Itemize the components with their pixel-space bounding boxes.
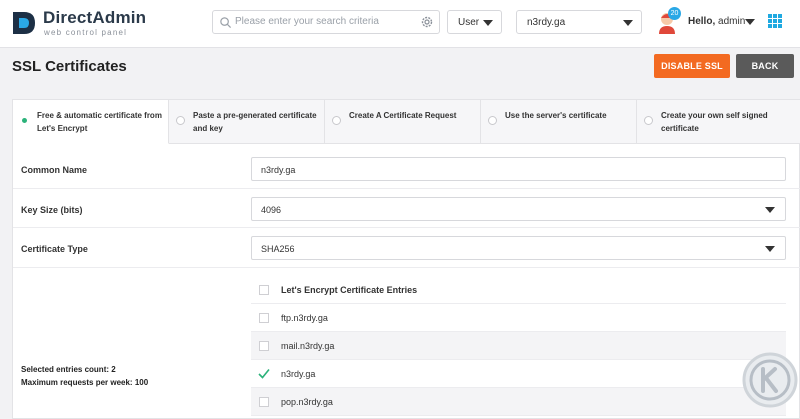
table-row[interactable]: n3rdy.ga	[251, 360, 786, 388]
top-bar: DirectAdmin web control panel Please ent…	[0, 0, 800, 48]
radio-selected[interactable]	[20, 116, 29, 125]
chevron-down-icon	[765, 207, 775, 213]
certificate-type-select[interactable]: SHA256	[251, 236, 786, 260]
role-dropdown[interactable]: User	[447, 10, 502, 34]
entries-stats: Selected entries count: 2 Maximum reques…	[21, 363, 148, 389]
table-row[interactable]: ftp.n3rdy.ga	[251, 304, 786, 332]
entry-checkbox[interactable]	[259, 313, 269, 323]
certificate-type-value: SHA256	[261, 244, 295, 254]
tab-paste-certificate[interactable]: Paste a pre-generated certificate and ke…	[169, 100, 325, 144]
tab-label: Paste a pre-generated certificate and ke…	[193, 111, 317, 133]
tab-label: Use the server's certificate	[505, 111, 607, 120]
key-size-row: Key Size (bits) 4096	[13, 189, 800, 228]
brand-name: DirectAdmin	[43, 8, 147, 27]
table-header-row: Let's Encrypt Certificate Entries	[251, 276, 786, 304]
domain-dropdown-value: n3rdy.ga	[527, 17, 566, 28]
entry-label: ftp.n3rdy.ga	[281, 313, 328, 323]
user-menu[interactable]: Hello, admin	[688, 16, 745, 27]
checkmark-icon	[258, 368, 270, 379]
certificate-type-label: Certificate Type	[21, 244, 88, 254]
tab-server-certificate[interactable]: Use the server's certificate	[481, 100, 637, 144]
role-dropdown-value: User	[458, 17, 480, 28]
tab-certificate-request[interactable]: Create A Certificate Request	[325, 100, 481, 144]
gear-icon[interactable]	[420, 15, 434, 29]
tab-label: Free & automatic certificate from Let's …	[37, 111, 162, 133]
search-input[interactable]: Please enter your search criteria	[212, 10, 440, 34]
greeting-text: Hello,	[688, 16, 716, 27]
page-title: SSL Certificates	[12, 58, 127, 75]
brand-logo[interactable]: DirectAdmin web control panel	[10, 8, 150, 38]
username-text: admin	[718, 16, 746, 27]
back-button[interactable]: BACK	[736, 54, 794, 78]
tab-letsencrypt[interactable]: Free & automatic certificate from Let's …	[13, 100, 169, 144]
domain-dropdown[interactable]: n3rdy.ga	[516, 10, 642, 34]
notification-badge[interactable]: 20	[668, 7, 681, 20]
common-name-label: Common Name	[21, 165, 88, 175]
entry-label: pop.n3rdy.ga	[281, 397, 333, 407]
tab-self-signed[interactable]: Create your own self signed certificate	[637, 100, 800, 144]
chevron-down-icon	[483, 20, 493, 26]
common-name-row: Common Name n3rdy.ga	[13, 144, 800, 189]
tab-label: Create your own self signed certificate	[661, 111, 768, 133]
table-row[interactable]: pop.n3rdy.ga	[251, 388, 786, 416]
table-row[interactable]: mail.n3rdy.ga	[251, 332, 786, 360]
entry-checkbox-checked[interactable]	[258, 368, 270, 379]
chevron-down-icon	[623, 20, 633, 26]
selected-count-text: Selected entries count: 2	[21, 365, 116, 374]
certificate-type-row: Certificate Type SHA256	[13, 228, 800, 268]
chevron-down-icon	[765, 246, 775, 252]
select-all-checkbox[interactable]	[259, 285, 269, 295]
entry-label: n3rdy.ga	[281, 369, 316, 379]
search-placeholder: Please enter your search criteria	[235, 16, 379, 27]
entry-checkbox[interactable]	[259, 341, 269, 351]
ssl-panel: Free & automatic certificate from Let's …	[12, 99, 800, 419]
radio[interactable]	[332, 116, 341, 125]
chevron-down-icon[interactable]	[745, 19, 755, 25]
common-name-value: n3rdy.ga	[261, 165, 296, 175]
table-header: Let's Encrypt Certificate Entries	[281, 285, 418, 295]
radio[interactable]	[176, 116, 185, 125]
key-size-label: Key Size (bits)	[21, 205, 83, 215]
radio[interactable]	[644, 116, 653, 125]
key-size-select[interactable]: 4096	[251, 197, 786, 221]
common-name-field[interactable]: n3rdy.ga	[251, 157, 786, 181]
tab-label: Create A Certificate Request	[349, 111, 457, 120]
watermark-logo	[742, 352, 798, 408]
brand-tagline: web control panel	[44, 28, 128, 37]
disable-ssl-button[interactable]: DISABLE SSL	[654, 54, 730, 78]
search-icon	[220, 17, 232, 29]
max-requests-text: Maximum requests per week: 100	[21, 378, 149, 387]
entry-label: mail.n3rdy.ga	[281, 341, 335, 351]
certificate-source-tabs: Free & automatic certificate from Let's …	[13, 100, 800, 144]
entry-checkbox[interactable]	[259, 397, 269, 407]
directadmin-logo-icon	[13, 12, 35, 34]
grid-icon[interactable]	[768, 14, 782, 28]
radio[interactable]	[488, 116, 497, 125]
key-size-value: 4096	[261, 205, 282, 215]
